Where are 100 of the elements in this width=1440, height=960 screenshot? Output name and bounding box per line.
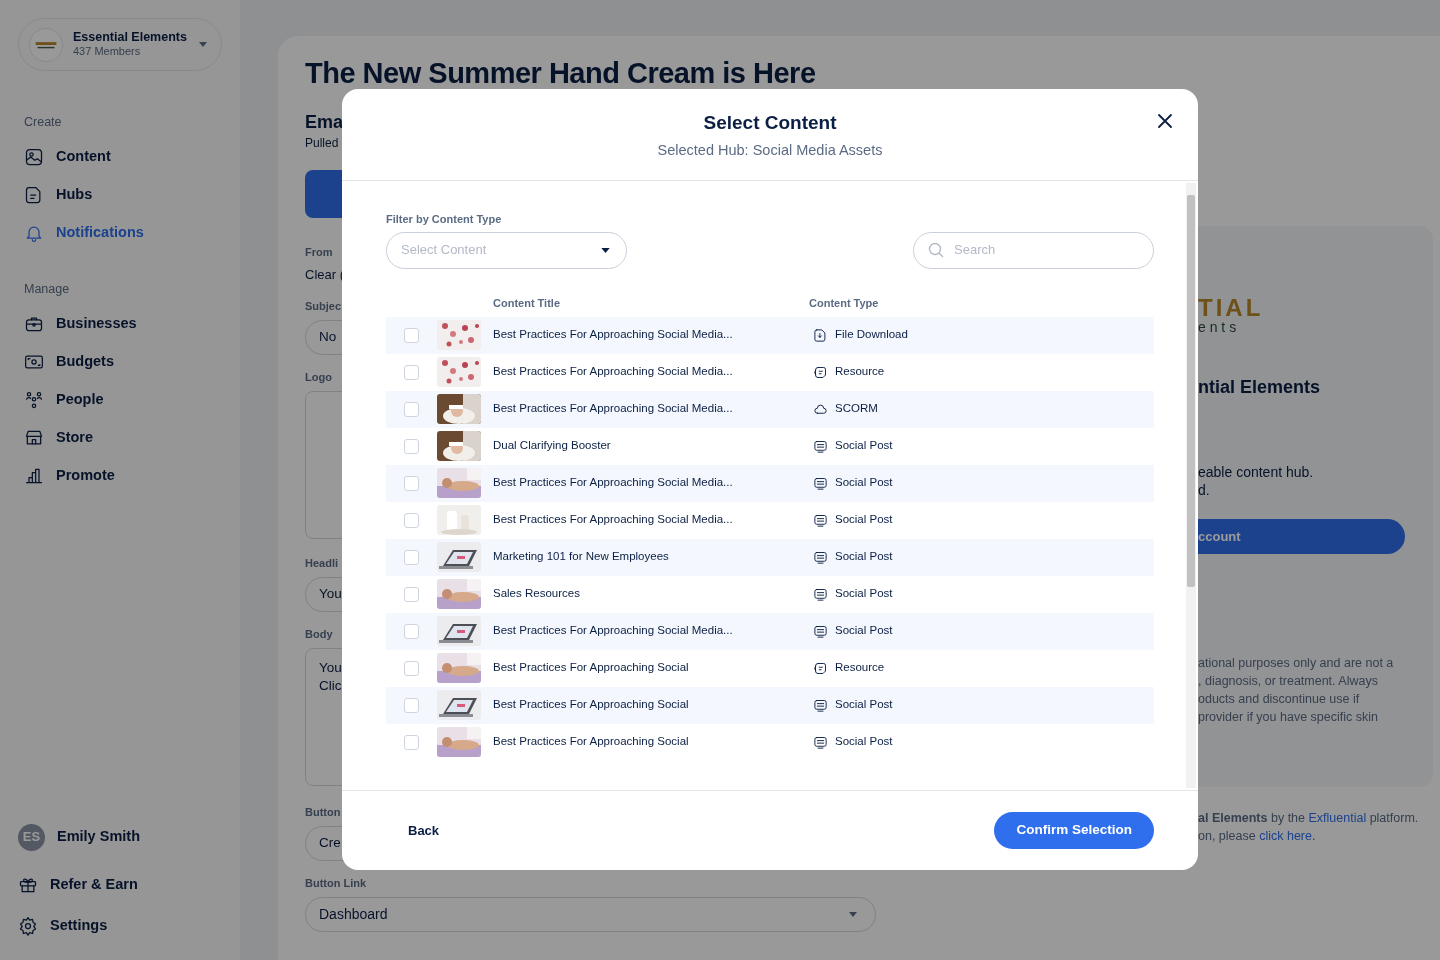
document-icon xyxy=(813,364,828,380)
text-line: Clic xyxy=(319,677,342,695)
checkbox[interactable] xyxy=(404,401,419,417)
checkbox[interactable] xyxy=(404,586,419,602)
content-title: Best Practices For Approaching Social Media... xyxy=(493,623,734,639)
nav-item[interactable]: Budgets xyxy=(18,342,222,381)
organization-name: Essential Elements xyxy=(73,29,188,46)
checkbox[interactable] xyxy=(404,438,419,454)
checkbox[interactable] xyxy=(404,660,419,676)
footer-text: al Elements by the Exfluential platform. xyxy=(1198,810,1420,827)
content-title: Best Practices For Approaching Social Media... xyxy=(493,475,734,491)
content-title: Sales Resources xyxy=(493,586,581,602)
back-button[interactable]: Back xyxy=(408,820,440,841)
content-type: Social Post xyxy=(835,623,893,639)
user-avatar: ES xyxy=(18,823,45,851)
account-button[interactable]: ccount xyxy=(1198,519,1405,554)
file-download-icon xyxy=(813,327,828,343)
field-label: Body xyxy=(305,627,333,642)
content-title: Best Practices For Approaching Social xyxy=(493,660,690,676)
selected-value: Dashboard xyxy=(319,905,388,924)
content-title: Best Practices For Approaching Social Media... xyxy=(493,364,734,380)
content-title: Best Practices For Approaching Social Media... xyxy=(493,512,734,528)
caret-icon xyxy=(199,42,207,47)
search-icon xyxy=(928,242,944,258)
placeholder-text: Select Content xyxy=(401,241,487,260)
message-icon xyxy=(813,475,828,491)
field-label: Subjec xyxy=(305,299,342,314)
brand-logo-text: TIAL xyxy=(1198,296,1265,320)
section-title: Ema xyxy=(305,111,344,134)
content-type: File Download xyxy=(835,327,908,343)
section-heading: Manage xyxy=(23,280,71,298)
message-icon xyxy=(813,697,828,713)
content-title: Best Practices For Approaching Social xyxy=(493,734,690,750)
panel-title: ntial Elements xyxy=(1198,376,1322,399)
image-icon xyxy=(24,146,44,167)
link[interactable]: Exfluential xyxy=(1308,811,1367,825)
nav-item[interactable]: People xyxy=(18,380,222,419)
message-icon xyxy=(813,734,828,750)
page-title: The New Summer Hand Cream is Here xyxy=(305,56,817,90)
scrollbar[interactable] xyxy=(1186,183,1196,788)
input-value: Cre xyxy=(319,834,341,853)
close-button[interactable] xyxy=(1158,114,1172,128)
footer-text: on, please click here. xyxy=(1198,828,1317,845)
field-label: Filter by Content Type xyxy=(386,212,503,227)
user-name: Emily Smith xyxy=(57,827,140,847)
settings-icon xyxy=(18,915,38,936)
content-type: SCORM xyxy=(835,401,878,417)
field-label: Headli xyxy=(305,556,338,571)
content-type: Resource xyxy=(835,660,885,676)
disclaimer-text: , diagnosis, or treatment. Always xyxy=(1198,673,1379,690)
nav-item[interactable]: Businesses xyxy=(18,304,222,343)
disclaimer-text: oducts and discontinue use if xyxy=(1198,691,1361,708)
nav-item[interactable]: Hubs xyxy=(18,175,222,214)
search-input[interactable]: Search xyxy=(954,240,1134,260)
checkbox[interactable] xyxy=(404,327,419,343)
document-icon xyxy=(813,660,828,676)
caret-icon xyxy=(849,912,857,917)
content-title: Best Practices For Approaching Social xyxy=(493,697,690,713)
content-title: Dual Clarifying Booster xyxy=(493,438,612,454)
message-icon xyxy=(813,438,828,454)
panel-text: eable content hub. xyxy=(1198,463,1315,481)
link[interactable]: click here. xyxy=(1259,829,1316,843)
member-count: 437 Members xyxy=(73,45,142,60)
confirm-button[interactable]: Confirm Selection xyxy=(994,812,1154,849)
nav-item[interactable]: Settings xyxy=(18,905,222,946)
column-header: Content Type xyxy=(809,295,879,311)
nav-item[interactable]: Store xyxy=(18,418,222,457)
content-title: Best Practices For Approaching Social Media... xyxy=(493,327,734,343)
checkbox[interactable] xyxy=(404,623,419,639)
nav-item[interactable]: Notifications xyxy=(18,213,222,252)
section-description: Pulled xyxy=(305,135,339,152)
message-icon xyxy=(813,512,828,528)
checkbox[interactable] xyxy=(404,697,419,713)
field-label: From xyxy=(305,245,333,260)
modal-title: Select Content xyxy=(703,111,837,135)
nav-item[interactable]: Content xyxy=(18,137,222,176)
input-value: No xyxy=(319,328,337,347)
field-label: Button Link xyxy=(305,876,367,891)
nav-item[interactable]: Refer & Earn xyxy=(18,864,222,905)
message-icon xyxy=(813,549,828,565)
nav-item[interactable]: Promote xyxy=(18,456,222,495)
modal-subtitle: Selected Hub: Social Media Assets xyxy=(657,141,883,160)
field-label: Logo xyxy=(305,370,332,385)
checkbox[interactable] xyxy=(404,364,419,380)
content-type: Social Post xyxy=(835,697,893,713)
section-heading: Create xyxy=(23,114,63,131)
content-type: Resource xyxy=(835,364,885,380)
checkbox[interactable] xyxy=(404,475,419,491)
logo-icon xyxy=(29,27,63,62)
content-type: Social Post xyxy=(835,512,893,528)
text-line: You xyxy=(319,659,342,677)
column-header: Content Title xyxy=(493,295,561,311)
checkbox[interactable] xyxy=(404,512,419,528)
content-type: Social Post xyxy=(835,734,893,750)
people-icon xyxy=(24,389,44,410)
content-type: Social Post xyxy=(835,586,893,602)
checkbox[interactable] xyxy=(404,549,419,565)
checkbox[interactable] xyxy=(404,734,419,750)
content-title: Marketing 101 for New Employees xyxy=(493,549,670,565)
input-value: You xyxy=(319,585,342,604)
